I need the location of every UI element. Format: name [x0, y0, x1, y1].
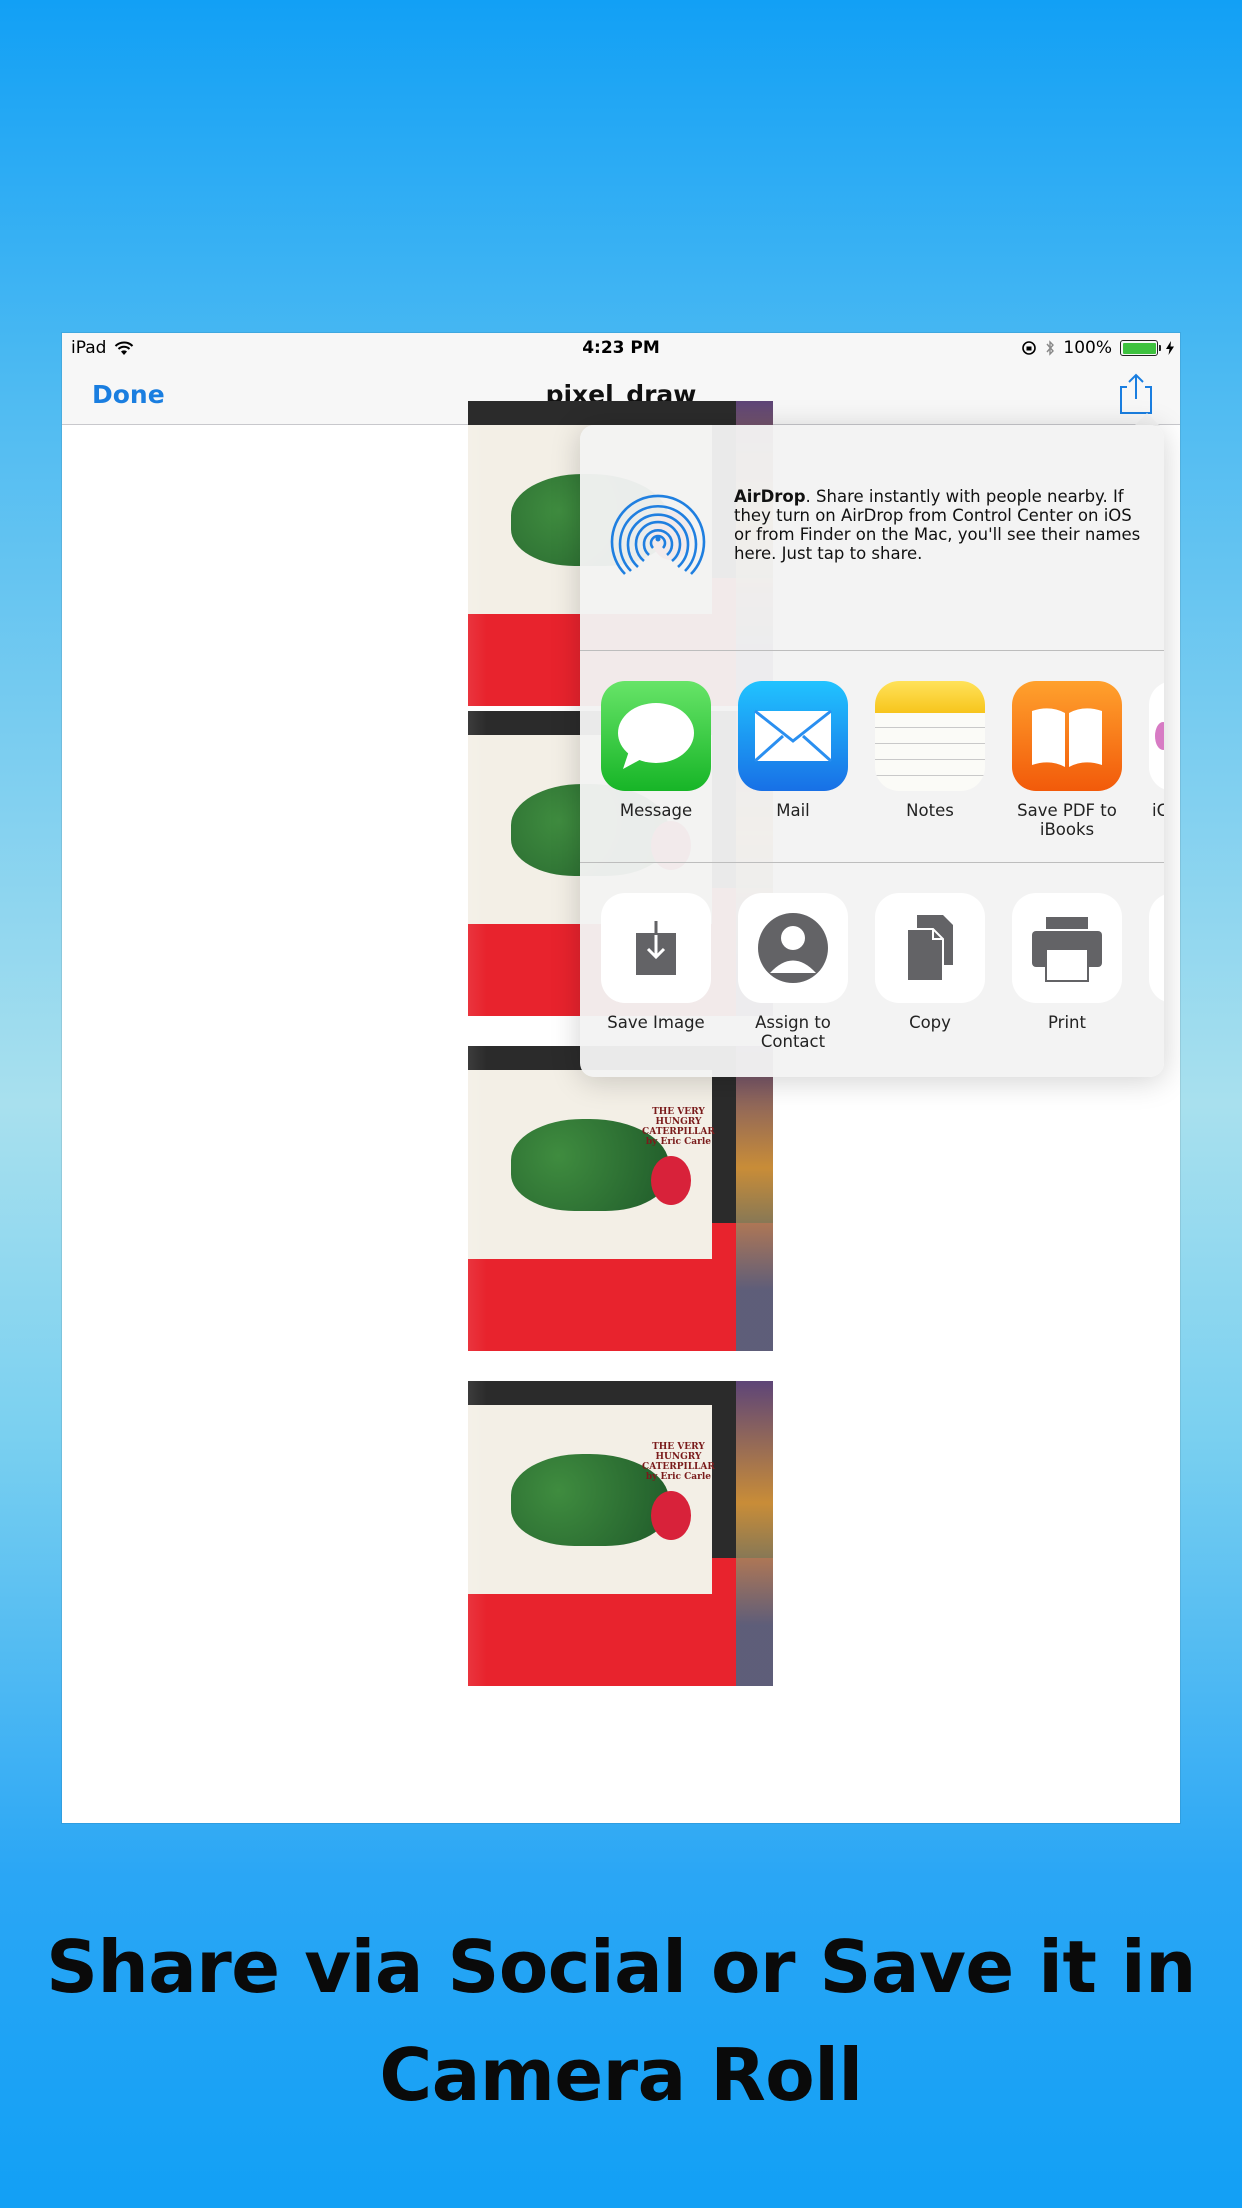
print-button[interactable]: Print — [1011, 893, 1123, 1032]
share-apps-row[interactable]: Message Mail Notes Save PDF to iBooks iC — [580, 651, 1164, 863]
share-mail[interactable]: Mail — [737, 681, 849, 820]
save-image-icon — [601, 893, 711, 1003]
airdrop-section[interactable]: AirDrop. Share instantly with people nea… — [580, 425, 1164, 651]
share-notes[interactable]: Notes — [874, 681, 986, 820]
bluetooth-icon — [1046, 340, 1055, 356]
copy-button[interactable]: Copy — [874, 893, 986, 1032]
caption-line-1: Share via Social or Save it in — [46, 1925, 1196, 2009]
notes-icon — [875, 681, 985, 791]
charging-icon — [1166, 341, 1174, 355]
more-action-icon — [1149, 893, 1164, 1003]
more-action-button[interactable] — [1148, 893, 1164, 1003]
promo-caption: Share via Social or Save it in Camera Ro… — [0, 1913, 1242, 2129]
book-title: THE VERY HUNGRY CATERPILLAR by Eric Carl… — [642, 1442, 715, 1482]
share-icloud[interactable]: iC — [1148, 681, 1164, 820]
status-bar: iPad 4:23 PM 100% — [62, 333, 1180, 363]
clock: 4:23 PM — [582, 338, 660, 358]
mail-icon — [738, 681, 848, 791]
copy-icon — [875, 893, 985, 1003]
print-icon — [1012, 893, 1122, 1003]
share-icon[interactable] — [1117, 373, 1155, 415]
ibooks-icon — [1012, 681, 1122, 791]
book-title: THE VERY HUNGRY CATERPILLAR by Eric Carl… — [642, 1107, 715, 1147]
battery-icon — [1120, 340, 1161, 356]
share-ibooks[interactable]: Save PDF to iBooks — [1011, 681, 1123, 839]
battery-percent: 100% — [1063, 338, 1112, 358]
share-actions-row[interactable]: Save Image Assign to Contact Copy Print — [580, 863, 1164, 1077]
photo-item[interactable]: THE VERY HUNGRY CATERPILLAR by Eric Carl… — [468, 1381, 773, 1686]
share-message[interactable]: Message — [600, 681, 712, 820]
contact-icon — [738, 893, 848, 1003]
ipad-screen: iPad 4:23 PM 100% Done pixel_draw THE VE… — [62, 333, 1180, 1823]
message-icon — [601, 681, 711, 791]
assign-to-contact-button[interactable]: Assign to Contact — [737, 893, 849, 1051]
save-image-button[interactable]: Save Image — [600, 893, 712, 1032]
airdrop-icon — [610, 494, 706, 575]
caption-line-2: Camera Roll — [379, 2033, 863, 2117]
photo-item[interactable]: THE VERY HUNGRY CATERPILLAR by Eric Carl… — [468, 1046, 773, 1351]
share-sheet: AirDrop. Share instantly with people nea… — [580, 425, 1164, 1077]
airdrop-description: AirDrop. Share instantly with people nea… — [734, 487, 1141, 563]
icloud-icon — [1149, 681, 1164, 791]
rotation-lock-icon — [1022, 341, 1037, 355]
